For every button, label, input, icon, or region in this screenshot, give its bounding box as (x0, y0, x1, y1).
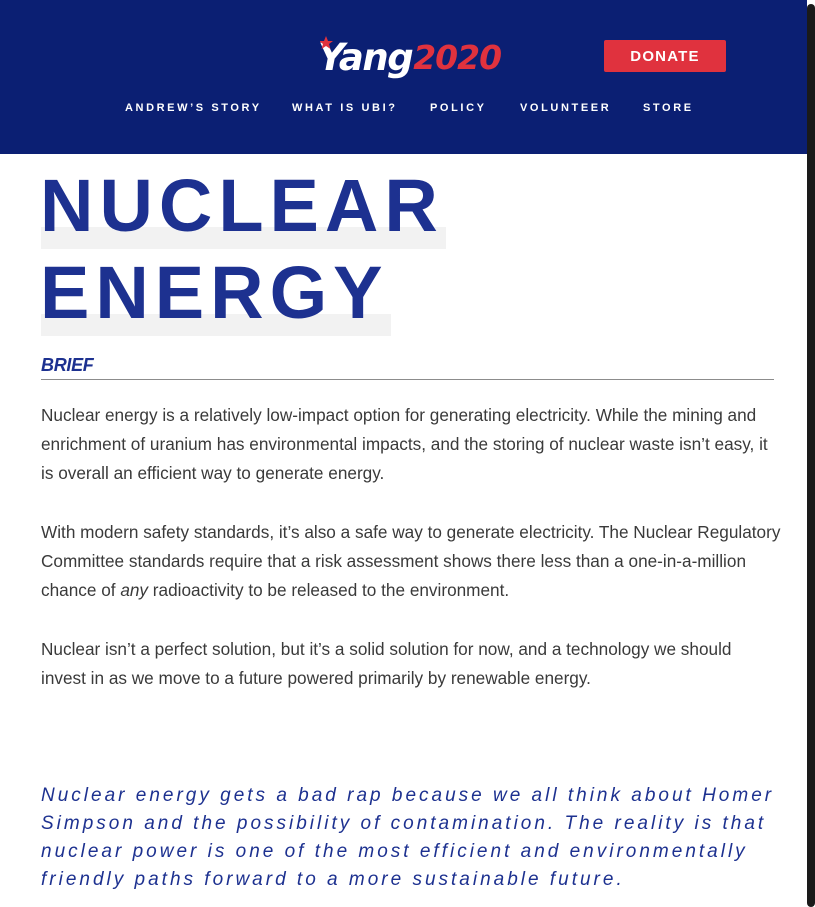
title-text: ENERGY (40, 251, 389, 334)
emphasis-text: any (120, 580, 149, 600)
title-line-1: NUCLEAR (40, 162, 446, 249)
logo-year: 2020 (413, 37, 502, 77)
body-paragraph: Nuclear isn’t a perfect solution, but it… (41, 639, 732, 688)
section-divider (41, 379, 774, 380)
title-line-2: ENERGY (40, 249, 391, 336)
page: Yang 2020 DONATE ANDREW’S STORY WHAT IS … (0, 0, 815, 907)
nav-volunteer[interactable]: VOLUNTEER (520, 99, 611, 117)
section-heading-brief: BRIEF (41, 355, 94, 375)
campaign-logo[interactable]: Yang 2020 (318, 34, 502, 80)
site-header: Yang 2020 DONATE ANDREW’S STORY WHAT IS … (0, 0, 807, 154)
body-paragraph: With modern safety standards, it’s also … (41, 518, 781, 605)
donate-button[interactable]: DONATE (604, 40, 726, 72)
star-swoosh-icon (320, 36, 333, 49)
main-nav: ANDREW’S STORY WHAT IS UBI? POLICY VOLUN… (0, 99, 815, 117)
nav-andrews-story[interactable]: ANDREW’S STORY (125, 99, 262, 117)
scrollbar-thumb[interactable] (807, 4, 815, 907)
page-title: NUCLEAR ENERGY (40, 162, 446, 336)
paragraph-text: radioactivity to be released to the envi… (148, 580, 510, 600)
nav-what-is-ubi[interactable]: WHAT IS UBI? (292, 99, 398, 117)
nav-store[interactable]: STORE (643, 99, 694, 117)
pull-quote: Nuclear energy gets a bad rap because we… (41, 785, 775, 890)
nav-policy[interactable]: POLICY (430, 99, 487, 117)
title-text: NUCLEAR (40, 164, 444, 247)
body-paragraph: Nuclear energy is a relatively low-impac… (41, 405, 768, 483)
